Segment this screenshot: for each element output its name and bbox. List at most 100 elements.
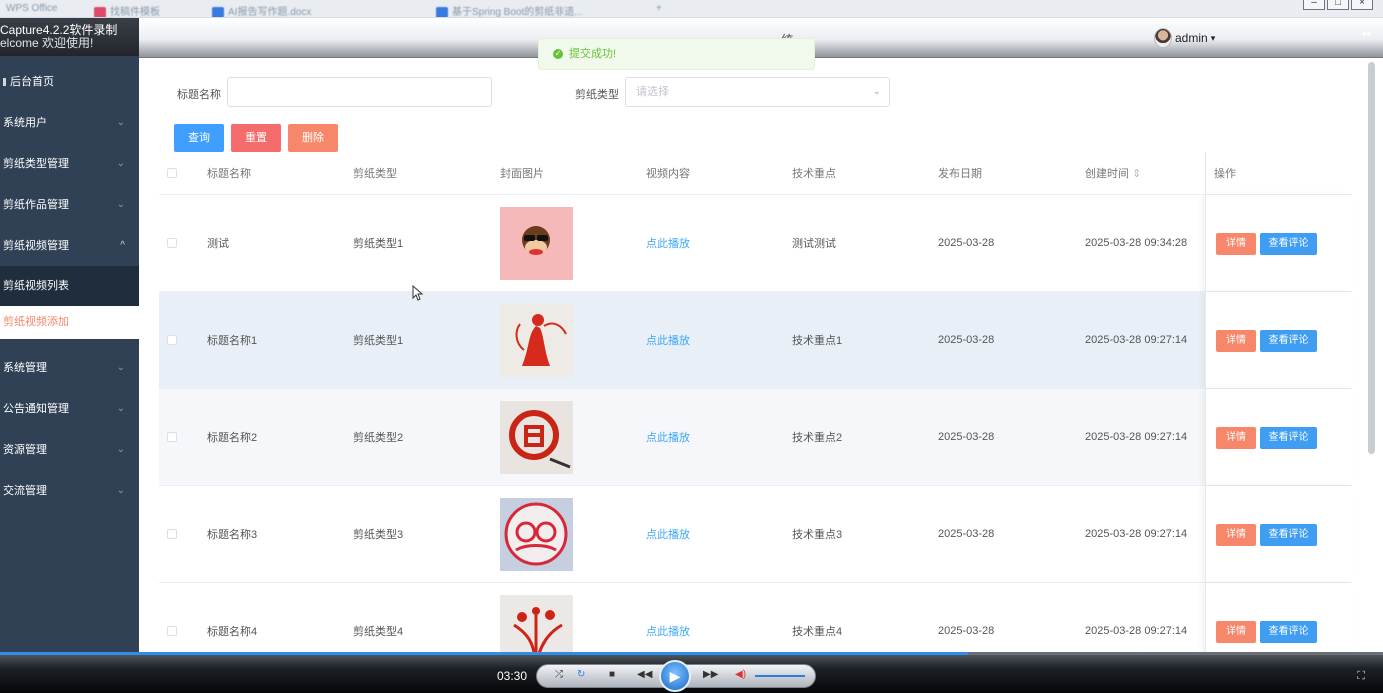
rewind-icon[interactable]: ◀◀ xyxy=(637,669,652,680)
sidebar-item-papercut-type[interactable]: 剪纸类型管理 ⌄ xyxy=(0,144,139,184)
os-tab-2[interactable]: 找稿件模板 xyxy=(94,3,160,17)
detail-button[interactable]: 详情 xyxy=(1216,524,1256,546)
user-menu[interactable]: admin ▾ xyxy=(1154,28,1215,48)
sidebar-item-video-list[interactable]: 剪纸视频列表 xyxy=(0,266,139,306)
row-checkbox[interactable] xyxy=(167,389,177,485)
select-all-checkbox[interactable] xyxy=(167,152,177,194)
minimize-icon[interactable]: – xyxy=(1303,0,1325,10)
success-toast: ✓ 提交成功! xyxy=(538,38,815,70)
username: admin xyxy=(1175,31,1208,45)
row-created: 2025-03-28 09:27:14 xyxy=(1085,431,1188,443)
col-date: 发布日期 xyxy=(938,168,982,180)
detail-button[interactable]: 详情 xyxy=(1216,621,1256,643)
row-focus: 技术重点1 xyxy=(792,335,843,347)
volume-slider[interactable] xyxy=(755,675,805,677)
vertical-scrollbar[interactable] xyxy=(1368,62,1375,454)
row-type: 剪纸类型2 xyxy=(353,432,404,444)
row-title: 标题名称4 xyxy=(207,626,258,638)
monkey-cover-image xyxy=(500,206,573,280)
sidebar-item-papercut-video[interactable]: 剪纸视频管理 ^ xyxy=(0,226,139,266)
play-link[interactable]: 点此播放 xyxy=(646,292,690,388)
col-created-label: 创建时间 xyxy=(1085,168,1129,180)
close-icon[interactable]: × xyxy=(1351,0,1373,10)
cover-image[interactable] xyxy=(500,583,573,652)
os-tab-4[interactable]: 基于Spring Boot的剪纸非遗... xyxy=(436,3,583,17)
row-actions: 详情 查看评论 xyxy=(1205,292,1352,388)
playback-progress[interactable] xyxy=(0,652,968,655)
maximize-icon[interactable]: □ xyxy=(1327,0,1349,10)
avatar xyxy=(1154,28,1172,48)
row-focus: 技术重点4 xyxy=(792,626,843,638)
sidebar-item-label: 资源管理 xyxy=(3,444,47,456)
cover-image[interactable] xyxy=(500,195,573,291)
panda-cover-image xyxy=(500,497,573,571)
type-filter-select[interactable]: 请选择 ⌄ xyxy=(625,77,890,107)
delete-button[interactable]: 删除 xyxy=(288,124,338,152)
repeat-icon[interactable]: ↻ xyxy=(577,669,585,680)
playback-remaining xyxy=(968,652,1383,655)
cover-image[interactable] xyxy=(500,486,573,582)
sidebar-item-users[interactable]: 系统用户 ⌄ xyxy=(0,103,139,143)
fast-forward-icon[interactable]: ▶▶ xyxy=(703,669,718,680)
sidebar-item-papercut-works[interactable]: 剪纸作品管理 ⌄ xyxy=(0,185,139,225)
detail-button[interactable]: 详情 xyxy=(1216,330,1256,352)
col-video: 视频内容 xyxy=(646,168,690,180)
col-created[interactable]: 创建时间 ⇕ xyxy=(1085,152,1141,194)
col-cover: 封面图片 xyxy=(500,168,544,180)
title-filter-label: 标题名称 xyxy=(177,89,221,101)
row-checkbox[interactable] xyxy=(167,195,177,291)
loop-icon[interactable]: ⤮ xyxy=(555,669,563,680)
row-date: 2025-03-28 xyxy=(938,334,995,346)
col-focus: 技术重点 xyxy=(792,168,836,180)
row-checkbox[interactable] xyxy=(167,486,177,582)
grid-icon[interactable]: ▪▪ xyxy=(1362,26,1371,41)
row-title: 标题名称2 xyxy=(207,432,258,444)
row-type: 剪纸类型4 xyxy=(353,626,404,638)
row-actions: 详情 查看评论 xyxy=(1205,195,1352,291)
reset-button[interactable]: 重置 xyxy=(231,124,281,152)
sidebar-item-label: 剪纸作品管理 xyxy=(3,199,69,211)
sidebar-item-video-add[interactable]: 剪纸视频添加 xyxy=(0,306,139,339)
video-table: 标题名称 剪纸类型 封面图片 视频内容 技术重点 发布日期 创建时间 ⇕ 操作 … xyxy=(159,152,1352,652)
sidebar-item-home[interactable]: 后台首页 xyxy=(0,62,139,102)
sidebar-item-label: 剪纸视频列表 xyxy=(3,280,69,292)
os-tab-3[interactable]: AI报告写作题.docx xyxy=(212,3,311,17)
query-button[interactable]: 查询 xyxy=(174,124,224,152)
play-link[interactable]: 点此播放 xyxy=(646,389,690,485)
view-comments-button[interactable]: 查看评论 xyxy=(1260,427,1317,449)
detail-button[interactable]: 详情 xyxy=(1216,427,1256,449)
play-link[interactable]: 点此播放 xyxy=(646,583,690,652)
new-tab-button[interactable]: + xyxy=(656,3,662,15)
volume-icon[interactable]: ◀) xyxy=(735,669,746,680)
cover-image[interactable] xyxy=(500,389,573,485)
view-comments-button[interactable]: 查看评论 xyxy=(1260,233,1317,255)
stop-icon[interactable]: ■ xyxy=(609,669,615,680)
sidebar-item-system[interactable]: 系统管理 ⌄ xyxy=(0,348,139,388)
detail-button[interactable]: 详情 xyxy=(1216,233,1256,255)
play-button[interactable]: ▶ xyxy=(659,660,691,692)
row-title: 标题名称1 xyxy=(207,335,258,347)
title-filter-input[interactable] xyxy=(227,77,492,107)
sidebar-item-notice[interactable]: 公告通知管理 ⌄ xyxy=(0,389,139,429)
view-comments-button[interactable]: 查看评论 xyxy=(1260,330,1317,352)
view-comments-button[interactable]: 查看评论 xyxy=(1260,524,1317,546)
row-checkbox[interactable] xyxy=(167,292,177,388)
view-comments-button[interactable]: 查看评论 xyxy=(1260,621,1317,643)
playback-time: 03:30 xyxy=(497,669,528,683)
window-controls: – □ × xyxy=(1303,0,1373,10)
sidebar-item-exchange[interactable]: 交流管理 ⌄ xyxy=(0,471,139,511)
fullscreen-icon[interactable]: ⛶ xyxy=(1357,670,1365,683)
chevron-up-icon: ^ xyxy=(120,240,125,251)
play-link[interactable]: 点此播放 xyxy=(646,195,690,291)
col-actions-wrap: 操作 xyxy=(1205,152,1352,194)
sidebar-item-resources[interactable]: 资源管理 ⌄ xyxy=(0,430,139,470)
row-checkbox[interactable] xyxy=(167,583,177,652)
check-circle-icon: ✓ xyxy=(553,49,563,60)
os-tab-wps[interactable]: WPS Office xyxy=(6,3,58,15)
row-focus: 测试测试 xyxy=(792,238,836,250)
fu-cover-image xyxy=(500,400,573,474)
table-row: 标题名称1 剪纸类型1 点此播放 技术重点1 2025-03-28 2025-0… xyxy=(159,292,1352,389)
play-link[interactable]: 点此播放 xyxy=(646,486,690,582)
cover-image[interactable] xyxy=(500,292,573,388)
row-date: 2025-03-28 xyxy=(938,237,995,249)
